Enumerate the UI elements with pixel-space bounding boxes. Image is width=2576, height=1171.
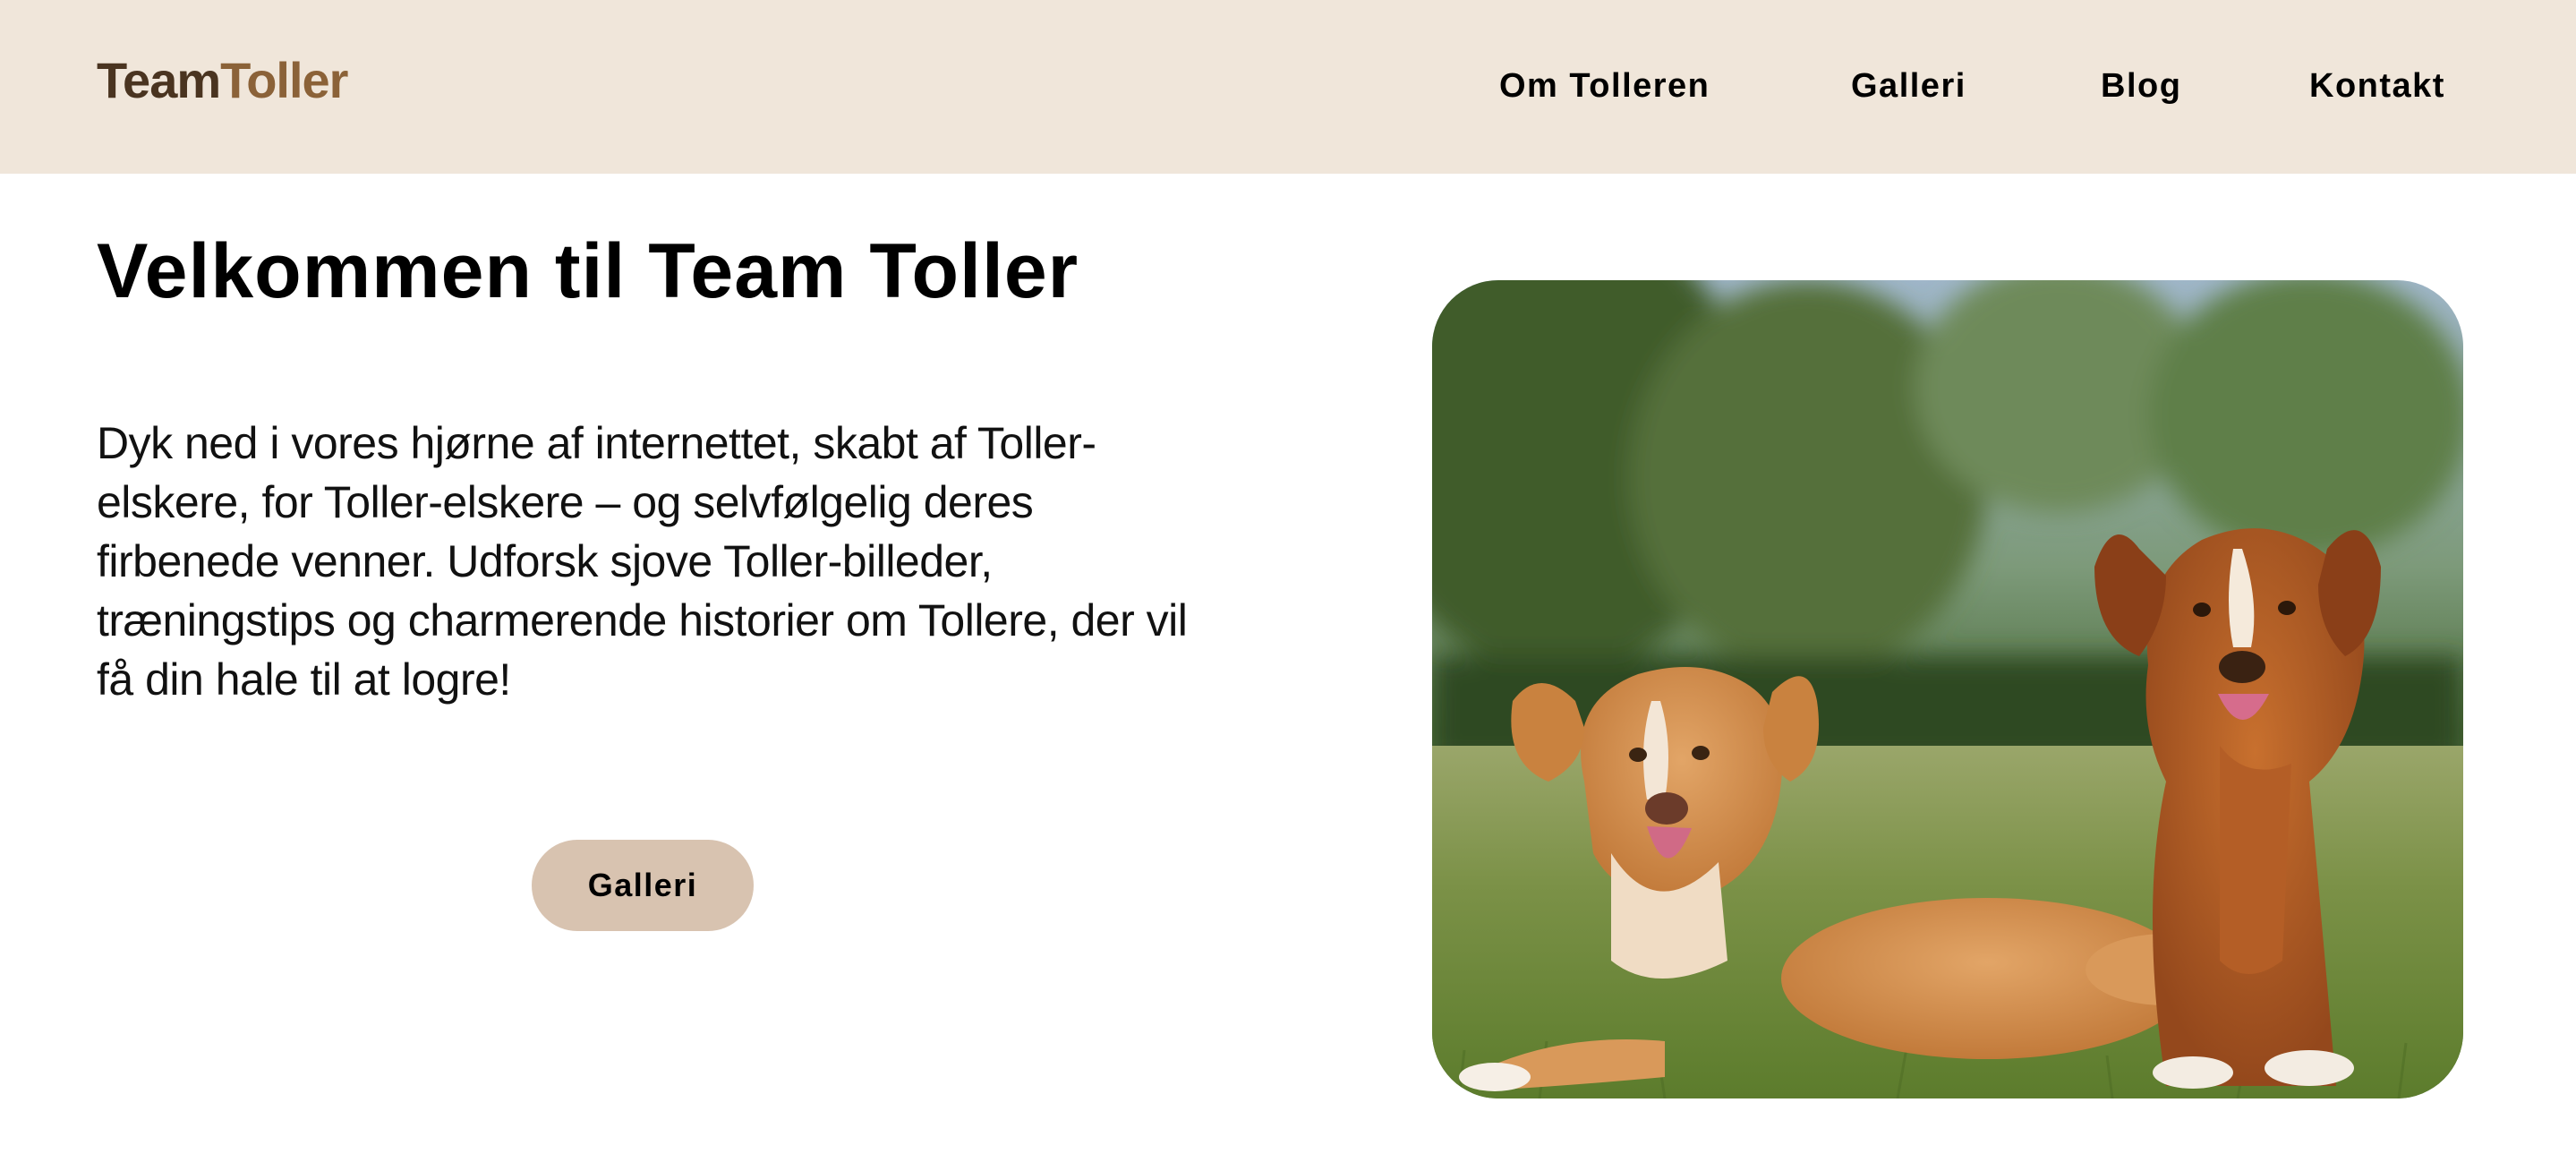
hero-title: Velkommen til Team Toller <box>97 228 1079 314</box>
nav-link-kontakt[interactable]: Kontakt <box>2309 64 2445 107</box>
nav-link-blog[interactable]: Blog <box>2101 64 2181 107</box>
hero-dog-photo <box>1432 280 2463 1098</box>
photo-two-toller-dogs-icon <box>1432 280 2463 1098</box>
site-header: TeamToller Om Tolleren Galleri Blog Kont… <box>0 0 2576 174</box>
main-nav: Om Tolleren Galleri Blog Kontakt <box>0 64 2576 107</box>
nav-link-galleri[interactable]: Galleri <box>1851 64 1966 107</box>
hero-description: Dyk ned i vores hjørne af internettet, s… <box>97 418 1188 705</box>
galleri-button[interactable]: Galleri <box>532 840 754 931</box>
nav-link-om-tolleren[interactable]: Om Tolleren <box>1499 64 1710 107</box>
